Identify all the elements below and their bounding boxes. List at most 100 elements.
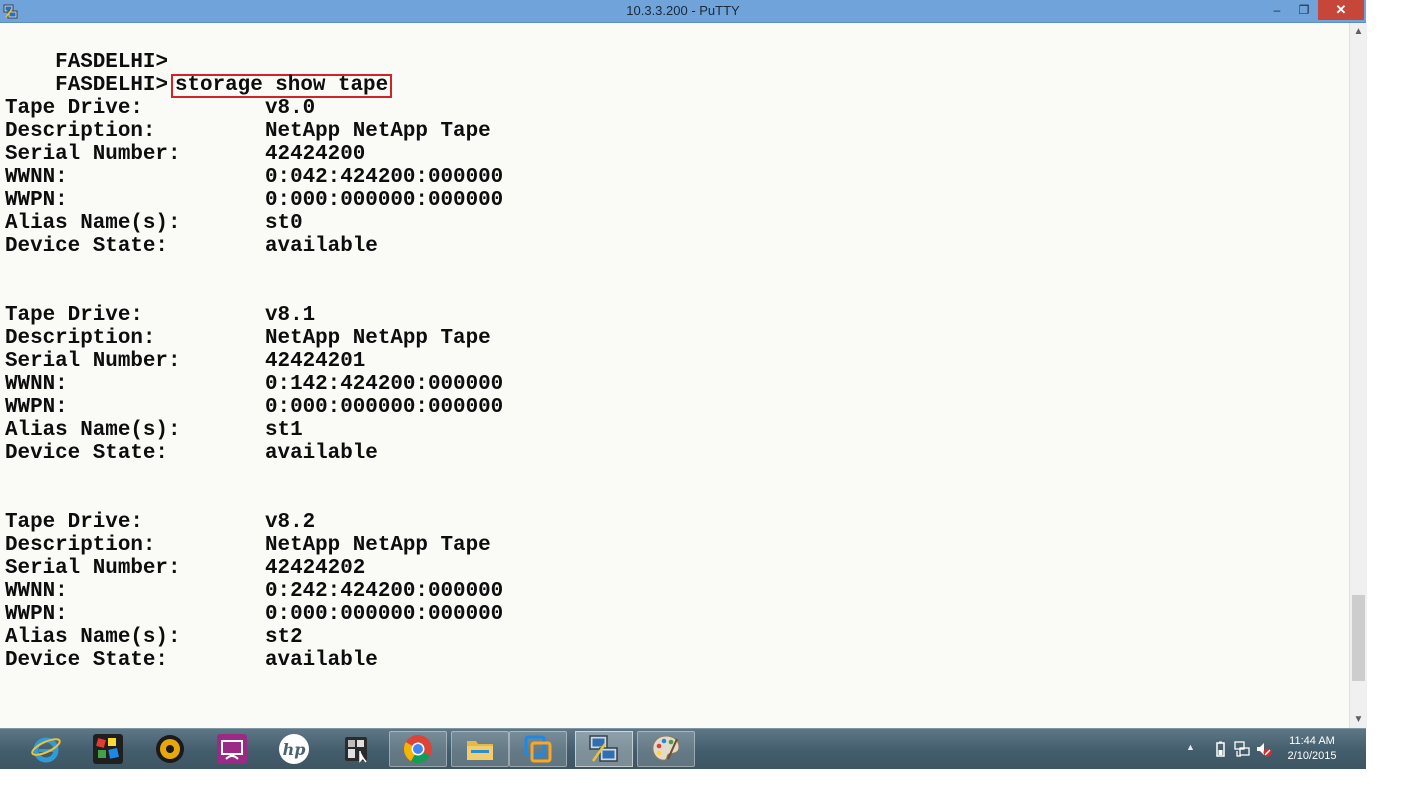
field-label: Device State: [5, 649, 168, 672]
field-value: 42424200 [265, 143, 366, 166]
battery-icon[interactable] [1212, 741, 1228, 757]
remote-display-icon [217, 734, 247, 764]
output-row: Alias Name(s): st0 [5, 212, 303, 235]
paint-icon [652, 735, 680, 761]
output-row: Device State: available [5, 442, 378, 465]
window-titlebar[interactable]: 10.3.3.200 - PuTTY ‒ ❐ ✕ [0, 0, 1366, 23]
taskbar-app[interactable] [509, 731, 567, 767]
field-label: Tape Drive: [5, 511, 143, 534]
field-value: NetApp NetApp Tape [265, 327, 491, 350]
output-row: Alias Name(s): st1 [5, 419, 303, 442]
taskbar-app[interactable] [17, 731, 75, 767]
output-row: Tape Drive: v8.0 [5, 97, 315, 120]
taskbar-app[interactable] [451, 731, 509, 767]
output-row: Device State: available [5, 649, 378, 672]
output-row: WWPN: 0:000:000000:000000 [5, 189, 503, 212]
field-label: Alias Name(s): [5, 419, 181, 442]
output-row: WWNN: 0:242:424200:000000 [5, 580, 503, 603]
minimize-button[interactable]: ‒ [1264, 0, 1290, 20]
output-row: WWPN: 0:000:000000:000000 [5, 396, 503, 419]
system-clock[interactable]: 11:44 AM 2/10/2015 [1282, 734, 1342, 764]
output-row: Alias Name(s): st2 [5, 626, 303, 649]
field-label: WWPN: [5, 396, 68, 419]
scroll-up-arrow-icon[interactable]: ▲ [1350, 23, 1367, 40]
field-value: NetApp NetApp Tape [265, 534, 491, 557]
field-label: WWPN: [5, 603, 68, 626]
terminal-output[interactable]: FASDELHI> FASDELHI> storage show tape Tap… [0, 23, 1349, 728]
prompt-line: FASDELHI> [5, 28, 168, 74]
svg-text:hp: hp [283, 740, 306, 759]
field-value: available [265, 442, 378, 465]
output-row: Description: NetApp NetApp Tape [5, 327, 491, 350]
close-icon: ✕ [1335, 2, 1347, 17]
colorful-cubes-app-icon [93, 734, 123, 764]
output-row: WWPN: 0:000:000000:000000 [5, 603, 503, 626]
output-row: Description: NetApp NetApp Tape [5, 534, 491, 557]
field-label: Description: [5, 120, 156, 143]
taskbar-app[interactable] [141, 731, 199, 767]
output-row: WWNN: 0:042:424200:000000 [5, 166, 503, 189]
field-label: WWNN: [5, 580, 68, 603]
field-label: Serial Number: [5, 557, 181, 580]
field-value: st0 [265, 212, 303, 235]
field-value: 0:042:424200:000000 [265, 166, 504, 189]
window-title: 10.3.3.200 - PuTTY [626, 3, 740, 18]
field-label: Serial Number: [5, 143, 181, 166]
output-row: Tape Drive: v8.2 [5, 511, 315, 534]
taskbar-app[interactable] [327, 731, 385, 767]
close-button[interactable]: ✕ [1318, 0, 1364, 20]
scrollbar-thumb[interactable] [1352, 595, 1365, 681]
hp-icon: hp [279, 734, 309, 764]
field-label: Description: [5, 534, 156, 557]
field-value: 0:000:000000:000000 [265, 603, 504, 626]
taskbar-app[interactable] [203, 731, 261, 767]
output-row: Device State: available [5, 235, 378, 258]
vertical-scrollbar[interactable]: ▲ ▼ [1349, 23, 1367, 728]
field-value: available [265, 235, 378, 258]
taskbar-app[interactable] [389, 731, 447, 767]
output-row: Tape Drive: v8.1 [5, 304, 315, 327]
field-value: v8.1 [265, 304, 316, 327]
field-label: Serial Number: [5, 350, 181, 373]
taskbar-app[interactable]: hp [265, 731, 323, 767]
output-row: Serial Number: 42424201 [5, 350, 365, 373]
command-line: FASDELHI> storage show tape [5, 51, 393, 98]
volume-muted-icon[interactable] [1256, 741, 1272, 757]
output-row: Serial Number: 42424202 [5, 557, 365, 580]
scroll-down-arrow-icon[interactable]: ▼ [1350, 711, 1367, 728]
putty-icon [589, 735, 618, 762]
field-value: v8.0 [265, 97, 316, 120]
output-row: Serial Number: 42424200 [5, 143, 365, 166]
taskbar-app[interactable] [637, 731, 695, 767]
field-value: 0:142:424200:000000 [265, 373, 504, 396]
output-row: Description: NetApp NetApp Tape [5, 120, 491, 143]
maximize-button[interactable]: ❐ [1291, 0, 1317, 20]
show-hidden-icons-arrow-icon[interactable]: ▲ [1186, 742, 1198, 752]
field-label: Alias Name(s): [5, 626, 181, 649]
field-label: WWNN: [5, 166, 68, 189]
internet-explorer-icon [31, 737, 61, 763]
utility-app-icon [345, 737, 367, 763]
field-value: 0:000:000000:000000 [265, 189, 504, 212]
field-value: 0:000:000000:000000 [265, 396, 504, 419]
taskbar-app[interactable] [575, 731, 633, 767]
taskbar-app[interactable] [79, 731, 137, 767]
output-row: WWNN: 0:142:424200:000000 [5, 373, 503, 396]
field-label: Device State: [5, 442, 168, 465]
highlighted-command: storage show tape [170, 74, 393, 98]
media-player-icon [156, 735, 184, 763]
field-value: v8.2 [265, 511, 316, 534]
field-value: 42424201 [265, 350, 366, 373]
field-value: available [265, 649, 378, 672]
field-label: Device State: [5, 235, 168, 258]
field-label: Description: [5, 327, 156, 350]
network-icon[interactable] [1234, 741, 1250, 757]
field-label: Alias Name(s): [5, 212, 181, 235]
field-label: Tape Drive: [5, 304, 143, 327]
windows-taskbar: hp ▲ 11:44 AM 2/10/2015 [0, 728, 1366, 769]
vmware-icon [524, 735, 552, 763]
field-value: NetApp NetApp Tape [265, 120, 491, 143]
clock-date: 2/10/2015 [1287, 750, 1337, 762]
chrome-icon [404, 735, 432, 763]
field-label: WWNN: [5, 373, 68, 396]
